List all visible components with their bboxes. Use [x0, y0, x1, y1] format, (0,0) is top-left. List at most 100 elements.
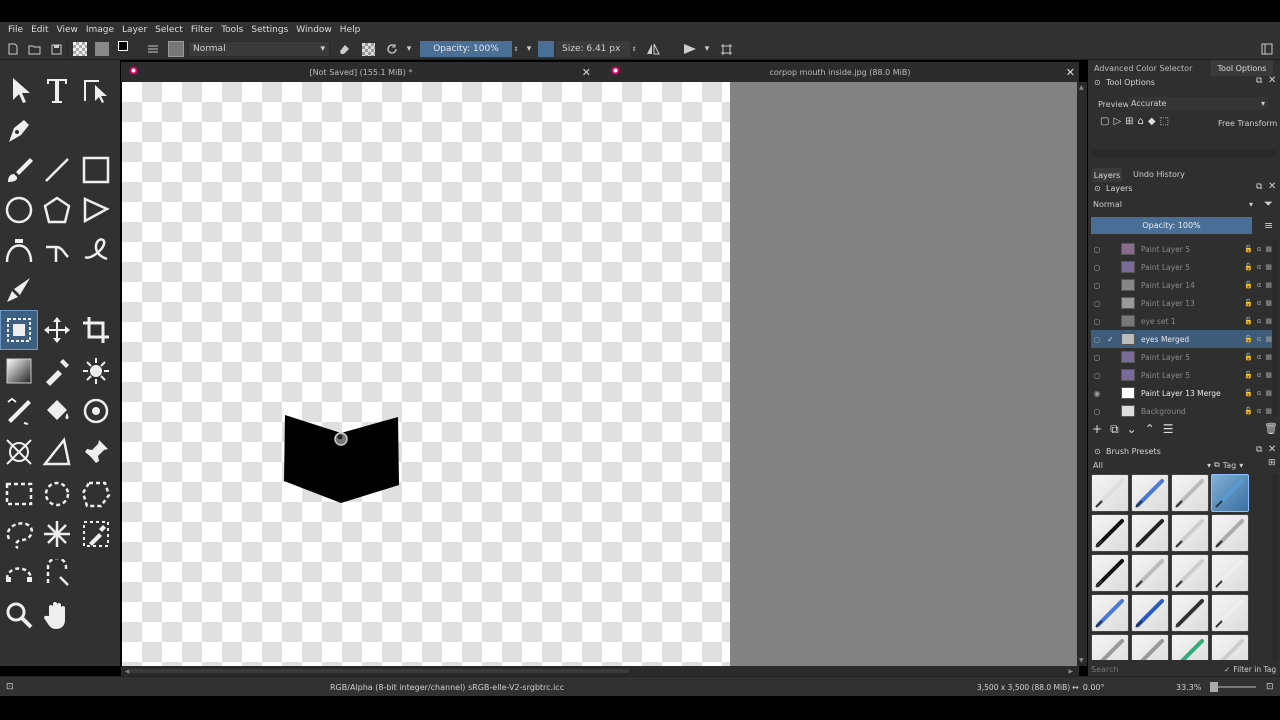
- vertical-scrollbar[interactable]: ▲ ▼: [1077, 82, 1087, 666]
- brush-preset-thumbnail[interactable]: [1091, 514, 1129, 552]
- lock-icon[interactable]: ⊙: [1094, 78, 1101, 87]
- brush-search-input[interactable]: Search: [1091, 663, 1211, 675]
- layer-select-checkbox[interactable]: ✓: [1107, 335, 1117, 344]
- brush-preset-thumbnail[interactable]: [1171, 474, 1209, 512]
- layer-row[interactable]: ○ Paint Layer 14 🔓 α ▦: [1091, 276, 1275, 294]
- fullscreen-icon[interactable]: ⊡: [1266, 677, 1274, 697]
- hidden-eye-icon[interactable]: ○: [1091, 299, 1103, 308]
- menu-help[interactable]: Help: [336, 25, 365, 35]
- close-icon[interactable]: ✕: [1268, 181, 1276, 192]
- hidden-eye-icon[interactable]: ○: [1091, 263, 1103, 272]
- brush-preset-thumbnail[interactable]: [1211, 554, 1249, 592]
- menu-image[interactable]: Image: [82, 25, 118, 35]
- foreground-background-color-icon[interactable]: [116, 41, 136, 57]
- brush-preset-thumbnail[interactable]: [1131, 554, 1169, 592]
- preserve-alpha-icon[interactable]: [360, 41, 376, 57]
- canvas-reference-document[interactable]: [730, 82, 1077, 666]
- size-spin-icon[interactable]: ⇕: [630, 41, 638, 57]
- fill-tool-icon[interactable]: [38, 391, 76, 431]
- layer-properties-icon[interactable]: ☰: [1163, 422, 1174, 437]
- perspective-grid-tool-icon[interactable]: [0, 432, 38, 472]
- alpha-lock-icon[interactable]: α: [1257, 299, 1262, 307]
- tag-button[interactable]: ⧉ Tag ▾: [1214, 459, 1243, 471]
- scroll-thumb[interactable]: [129, 669, 629, 673]
- layer-lock-icon[interactable]: 🔓: [1244, 299, 1253, 307]
- contiguous-selection-tool-icon[interactable]: [38, 514, 76, 554]
- elliptical-selection-tool-icon[interactable]: [38, 474, 76, 514]
- float-icon[interactable]: ⧉: [1256, 445, 1262, 455]
- blend-mode-select[interactable]: Normal ▾: [188, 41, 330, 57]
- close-icon[interactable]: ✕: [582, 66, 591, 79]
- lock-icon[interactable]: ⊙: [1094, 184, 1101, 193]
- layer-lock-icon[interactable]: 🔓: [1244, 335, 1253, 343]
- opacity-spin-icon[interactable]: ⇕: [512, 41, 520, 57]
- layer-lock-icon[interactable]: 🔓: [1244, 407, 1253, 415]
- layer-lock-icon[interactable]: 🔓: [1244, 263, 1253, 271]
- close-icon[interactable]: ✕: [1268, 75, 1276, 86]
- line-tool-icon[interactable]: [38, 150, 76, 190]
- brush-preset-thumbnail[interactable]: [1131, 514, 1169, 552]
- inherit-alpha-icon[interactable]: ▦: [1265, 407, 1272, 415]
- calligraphy-tool-icon[interactable]: [0, 110, 38, 150]
- pan-tool-icon[interactable]: [38, 595, 76, 635]
- assistant-tool-icon[interactable]: [0, 391, 38, 431]
- layer-lock-icon[interactable]: 🔓: [1244, 371, 1253, 379]
- hidden-eye-icon[interactable]: ○: [1091, 371, 1103, 380]
- filter-in-tag-checkbox[interactable]: ✓ Filter in Tag: [1224, 663, 1276, 675]
- inherit-alpha-icon[interactable]: ▦: [1265, 281, 1272, 289]
- tab-advanced-color-selector[interactable]: Advanced Color Selector: [1094, 64, 1192, 73]
- brush-preset-thumbnail[interactable]: [1211, 474, 1249, 512]
- layer-blend-mode-select[interactable]: Normal ▾: [1091, 198, 1253, 211]
- wrap-around-icon[interactable]: [718, 41, 734, 57]
- crop-tool-icon[interactable]: [77, 310, 115, 350]
- preview-select[interactable]: Accurate ▾: [1128, 97, 1268, 110]
- brush-settings-icon[interactable]: [145, 41, 161, 57]
- freehand-path-tool-icon[interactable]: [38, 230, 76, 270]
- new-document-icon[interactable]: [6, 41, 20, 57]
- hidden-eye-icon[interactable]: ○: [1091, 317, 1103, 326]
- layer-row[interactable]: ○ Paint Layer 13 🔓 α ▦: [1091, 294, 1275, 312]
- color-space-label[interactable]: RGB/Alpha (8-bit integer/channel) sRGB-e…: [330, 677, 564, 697]
- move-tool-icon[interactable]: [38, 310, 76, 350]
- save-icon[interactable]: [48, 41, 64, 57]
- inherit-alpha-icon[interactable]: ▦: [1265, 389, 1272, 397]
- dynamic-brush-tool-icon[interactable]: [77, 230, 115, 270]
- layer-row[interactable]: ◉ Paint Layer 13 Merged 🔓 α ▦: [1091, 384, 1275, 402]
- inherit-alpha-icon[interactable]: ▦: [1265, 299, 1272, 307]
- transform-tool-icon[interactable]: [0, 310, 38, 350]
- duplicate-layer-icon[interactable]: ⧉: [1110, 422, 1119, 437]
- reload-preset-icon[interactable]: [384, 41, 400, 57]
- zoom-slider-handle[interactable]: [1210, 682, 1218, 692]
- selection-mode-icon[interactable]: ⊡: [6, 677, 14, 697]
- alpha-lock-icon[interactable]: α: [1257, 407, 1262, 415]
- brush-preset-thumbnail[interactable]: [1091, 554, 1129, 592]
- hidden-eye-icon[interactable]: ○: [1091, 245, 1103, 254]
- alpha-lock-icon[interactable]: α: [1257, 335, 1262, 343]
- tool-options-scrollbar[interactable]: [1092, 149, 1276, 157]
- layer-lock-icon[interactable]: 🔓: [1244, 245, 1253, 253]
- move-layer-down-icon[interactable]: ⌄: [1127, 422, 1137, 437]
- layer-lock-icon[interactable]: 🔓: [1244, 389, 1253, 397]
- select-shapes-tool-icon[interactable]: [0, 70, 38, 110]
- alpha-lock-icon[interactable]: α: [1257, 263, 1262, 271]
- polyline-tool-icon[interactable]: [77, 190, 115, 230]
- cage-mode-icon[interactable]: ⌂: [1138, 116, 1144, 127]
- layer-lock-icon[interactable]: 🔓: [1244, 353, 1253, 361]
- edit-shapes-tool-icon[interactable]: [77, 70, 115, 110]
- menu-file[interactable]: File: [4, 25, 27, 35]
- grid-view-icon[interactable]: ⊞: [1268, 458, 1276, 468]
- menu-tools[interactable]: Tools: [217, 25, 247, 35]
- tab-tool-options[interactable]: Tool Options: [1211, 60, 1273, 76]
- ellipse-tool-icon[interactable]: [0, 190, 38, 230]
- layer-list-scrollbar[interactable]: [1272, 240, 1278, 416]
- hidden-eye-icon[interactable]: ○: [1091, 407, 1103, 416]
- menu-window[interactable]: Window: [292, 25, 336, 35]
- brush-preset-thumbnail[interactable]: [1211, 594, 1249, 632]
- brush-preset-thumbnail[interactable]: [1091, 594, 1129, 632]
- alpha-lock-icon[interactable]: α: [1257, 245, 1262, 253]
- scroll-right-icon[interactable]: ▶: [1068, 668, 1073, 675]
- brush-preset-thumbnail[interactable]: [1131, 634, 1169, 660]
- color-picker-tool-icon[interactable]: [38, 351, 76, 391]
- tab-layers[interactable]: Layers: [1092, 168, 1122, 182]
- inherit-alpha-icon[interactable]: ▦: [1265, 371, 1272, 379]
